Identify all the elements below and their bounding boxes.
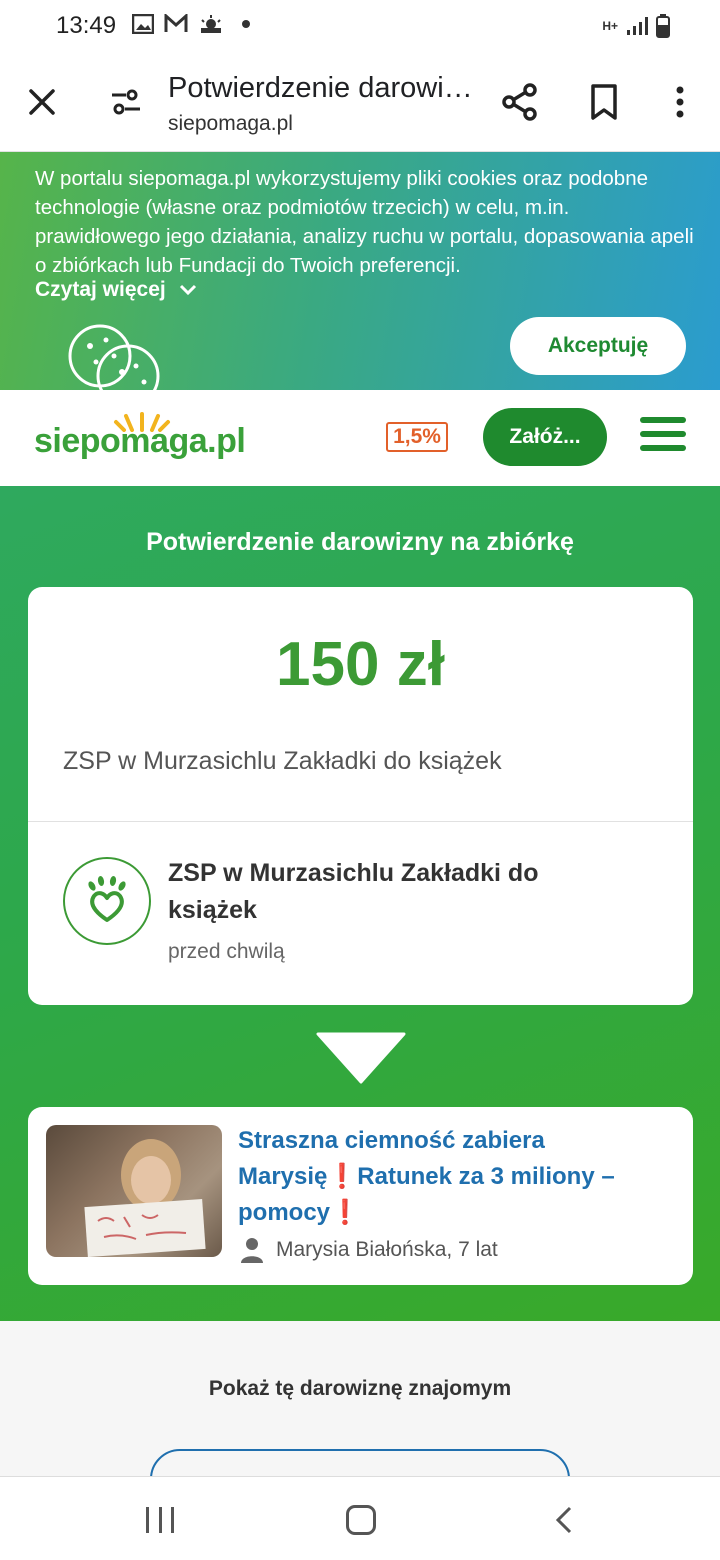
- gallery-icon: [132, 14, 154, 34]
- child-photo-placeholder: [84, 1139, 206, 1257]
- logo-text: siepomaga.pl: [34, 422, 246, 460]
- signal-icon: [627, 17, 648, 35]
- promo-author: Marysia Białońska, 7 lat: [276, 1238, 498, 1261]
- weather-icon: [201, 15, 221, 33]
- close-icon[interactable]: [24, 84, 60, 120]
- heart-hand-icon: [88, 876, 126, 922]
- site-header: siepomaga.pl 1,5% Załóż...: [0, 390, 720, 486]
- system-nav-bar: [0, 1476, 720, 1560]
- campaign-name: ZSP w Murzasichlu Zakładki do książek: [63, 747, 502, 775]
- section-title: Potwierdzenie darowizny na zbiórkę: [146, 528, 574, 556]
- create-fundraiser-button[interactable]: Załóż...: [483, 408, 607, 466]
- org-logo[interactable]: [63, 857, 151, 945]
- share-section: Pokaż tę darowiznę znajomym: [0, 1321, 720, 1509]
- exclamation-icon: ❗: [327, 1163, 358, 1190]
- site-logo[interactable]: siepomaga.pl: [34, 410, 246, 466]
- accept-cookies-button[interactable]: Akceptuję: [510, 317, 686, 375]
- mail-icon: [164, 14, 188, 32]
- cookie-text: W portalu siepomaga.pl wykorzystujemy pl…: [35, 167, 694, 277]
- promo-photo[interactable]: [46, 1125, 222, 1257]
- browser-toolbar: Potwierdzenie darowizny na zbiórkę siepo…: [0, 54, 720, 152]
- promo-title[interactable]: Straszna ciemność zabiera Marysię❗Ratune…: [238, 1123, 668, 1231]
- cookie-icon: [68, 324, 160, 390]
- hamburger-menu-icon[interactable]: [640, 417, 686, 457]
- bookmark-icon[interactable]: [586, 82, 622, 122]
- main-section: Potwierdzenie darowizny na zbiórkę 150 z…: [0, 486, 720, 1321]
- donation-amount: 150 zł: [276, 630, 445, 699]
- promo-card[interactable]: Straszna ciemność zabiera Marysię❗Ratune…: [28, 1107, 693, 1285]
- battery-icon: [656, 14, 670, 38]
- card-divider: [28, 821, 693, 822]
- status-bar: 13:49 H+: [0, 0, 720, 54]
- read-more-link[interactable]: Czytaj więcej: [35, 278, 198, 302]
- share-title: Pokaż tę darowiznę znajomym: [208, 1377, 512, 1400]
- promo-meta: Marysia Białońska, 7 lat: [240, 1237, 498, 1263]
- org-name[interactable]: ZSP w Murzasichlu Zakładki do książek: [168, 855, 588, 929]
- donation-time: przed chwilą: [168, 940, 285, 963]
- down-triangle-icon: [316, 1032, 406, 1084]
- network-type: H+: [602, 19, 618, 33]
- page-url[interactable]: siepomaga.pl: [168, 112, 293, 136]
- chevron-down-icon: [179, 284, 196, 296]
- share-icon[interactable]: [500, 82, 540, 122]
- cookie-banner: W portalu siepomaga.pl wykorzystujemy pl…: [0, 152, 720, 390]
- page-title[interactable]: Potwierdzenie darowizny na zbiórkę: [168, 72, 478, 105]
- status-time: 13:49: [56, 12, 117, 39]
- notification-dot-icon: [242, 20, 250, 28]
- person-icon: [241, 1238, 263, 1263]
- back-icon[interactable]: [552, 1505, 576, 1535]
- recent-apps-icon[interactable]: [146, 1507, 174, 1533]
- more-vert-icon[interactable]: [664, 82, 696, 122]
- percent-badge[interactable]: 1,5%: [386, 422, 448, 452]
- donation-card: 150 zł ZSP w Murzasichlu Zakładki do ksi…: [28, 587, 693, 1005]
- exclamation-icon: ❗: [330, 1199, 360, 1226]
- read-more-label: Czytaj więcej: [35, 278, 166, 301]
- tune-icon[interactable]: [108, 84, 144, 120]
- home-icon[interactable]: [346, 1505, 376, 1535]
